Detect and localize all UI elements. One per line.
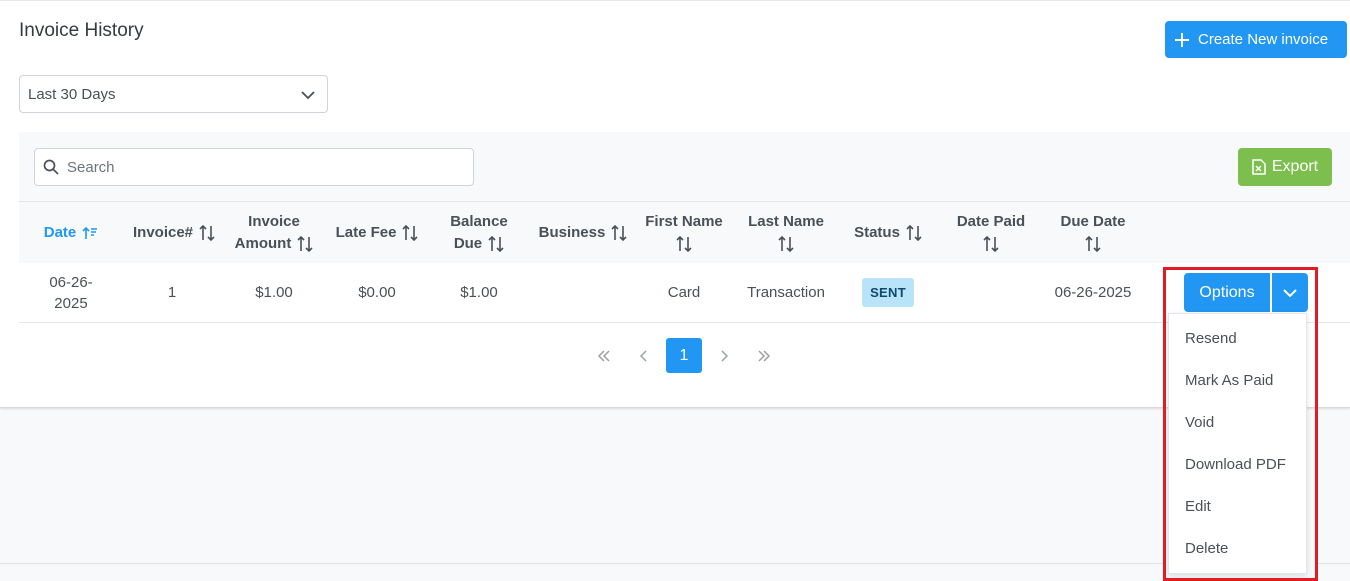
cell-business [527,263,639,322]
column-label-line2: Amount [234,235,292,252]
double-chevron-right-icon [758,349,771,362]
column-header-last-name[interactable]: Last Name [729,202,843,264]
export-label: Export [1271,158,1319,175]
column-header-due-date[interactable]: Due Date [1043,202,1143,264]
status-badge: SENT [862,278,914,307]
cell-due-date: 06-26-2025 [1054,284,1132,301]
sort-icon [297,236,313,253]
excel-file-icon [1252,159,1266,175]
cell-late-fee: $0.00 [358,284,396,301]
footer-divider-right [1316,563,1350,564]
sort-icon [983,236,999,253]
column-label: Business [538,224,606,241]
column-header-date[interactable]: Date [19,202,123,264]
cell-date: 06-26- 2025 [19,263,123,322]
sort-icon [778,236,794,253]
date-line2: 2025 [54,294,88,312]
column-label: Late Fee [335,224,397,241]
double-chevron-left-icon [597,349,610,362]
column-label: Last Name [748,213,824,230]
cell-date-paid [939,263,1043,322]
page-1-button[interactable]: 1 [666,338,702,373]
highlight-annotation-box [1163,267,1318,581]
search-placeholder: Search [67,158,115,176]
column-header-balance-due[interactable]: Balance Due [431,202,527,264]
column-header-late-fee[interactable]: Late Fee [323,202,431,264]
invoice-history-card: Invoice History Create New invoice Last … [0,0,1350,408]
cell-invoice-amount: $1.00 [255,284,293,301]
sort-icon [1085,236,1101,253]
page-title: Invoice History [19,20,144,41]
next-page-button[interactable] [706,338,742,373]
column-label: Date [43,224,77,241]
column-header-business[interactable]: Business [527,202,639,264]
create-new-invoice-button[interactable]: Create New invoice [1165,21,1347,58]
cell-last-name: Transaction [747,284,825,301]
chevron-left-icon [640,349,647,362]
first-page-button[interactable] [586,338,622,373]
column-header-invoice-number[interactable]: Invoice# [123,202,225,264]
export-button[interactable]: Export [1238,148,1332,186]
column-header-date-paid[interactable]: Date Paid [939,202,1043,264]
column-header-status[interactable]: Status [843,202,933,264]
date-range-value: Last 30 Days [28,85,116,103]
sort-ascending-icon [82,226,98,240]
column-label: Balance [450,213,508,230]
pagination: 1 [586,338,786,373]
column-header-invoice-amount[interactable]: Invoice Amount [225,202,323,264]
date-line1: 06-26- [49,273,93,291]
create-new-invoice-label: Create New invoice [1198,31,1329,48]
column-header-first-name[interactable]: First Name [639,202,729,264]
column-label: Date Paid [956,213,1026,230]
table-row: 06-26- 2025 1 $1.00 $0.00 $1.00 Card Tran… [19,263,1350,323]
footer-divider [0,563,1163,564]
search-icon [43,159,59,175]
sort-icon [488,236,504,253]
sort-icon [611,225,627,242]
column-label-line2: Due [453,235,483,252]
last-page-button[interactable] [746,338,782,373]
column-label: Status [854,224,900,241]
date-range-select[interactable]: Last 30 Days [19,75,328,113]
table-header-row: Date Invoice# Invoice Amount Late Fee Bal… [19,201,1350,265]
column-label: Invoice [248,213,300,230]
column-label: First Name [645,213,723,230]
column-label: Invoice# [132,224,194,241]
plus-icon [1175,32,1189,47]
previous-page-button[interactable] [626,338,662,373]
top-divider [0,0,1350,1]
sort-icon [402,225,418,242]
sort-icon [906,225,922,242]
chevron-right-icon [721,349,728,362]
sort-icon [676,236,692,253]
column-label: Due Date [1060,213,1126,230]
cell-balance-due: $1.00 [460,284,498,301]
cell-status: SENT [843,263,933,322]
chevron-down-icon [301,91,315,100]
sort-icon [199,225,215,242]
search-input[interactable]: Search [34,148,474,186]
cell-invoice-number: 1 [167,284,177,301]
invoice-table-panel: Search Export Date Invoice# Invoice Amoun… [19,132,1350,323]
cell-first-name: Card [667,284,701,301]
